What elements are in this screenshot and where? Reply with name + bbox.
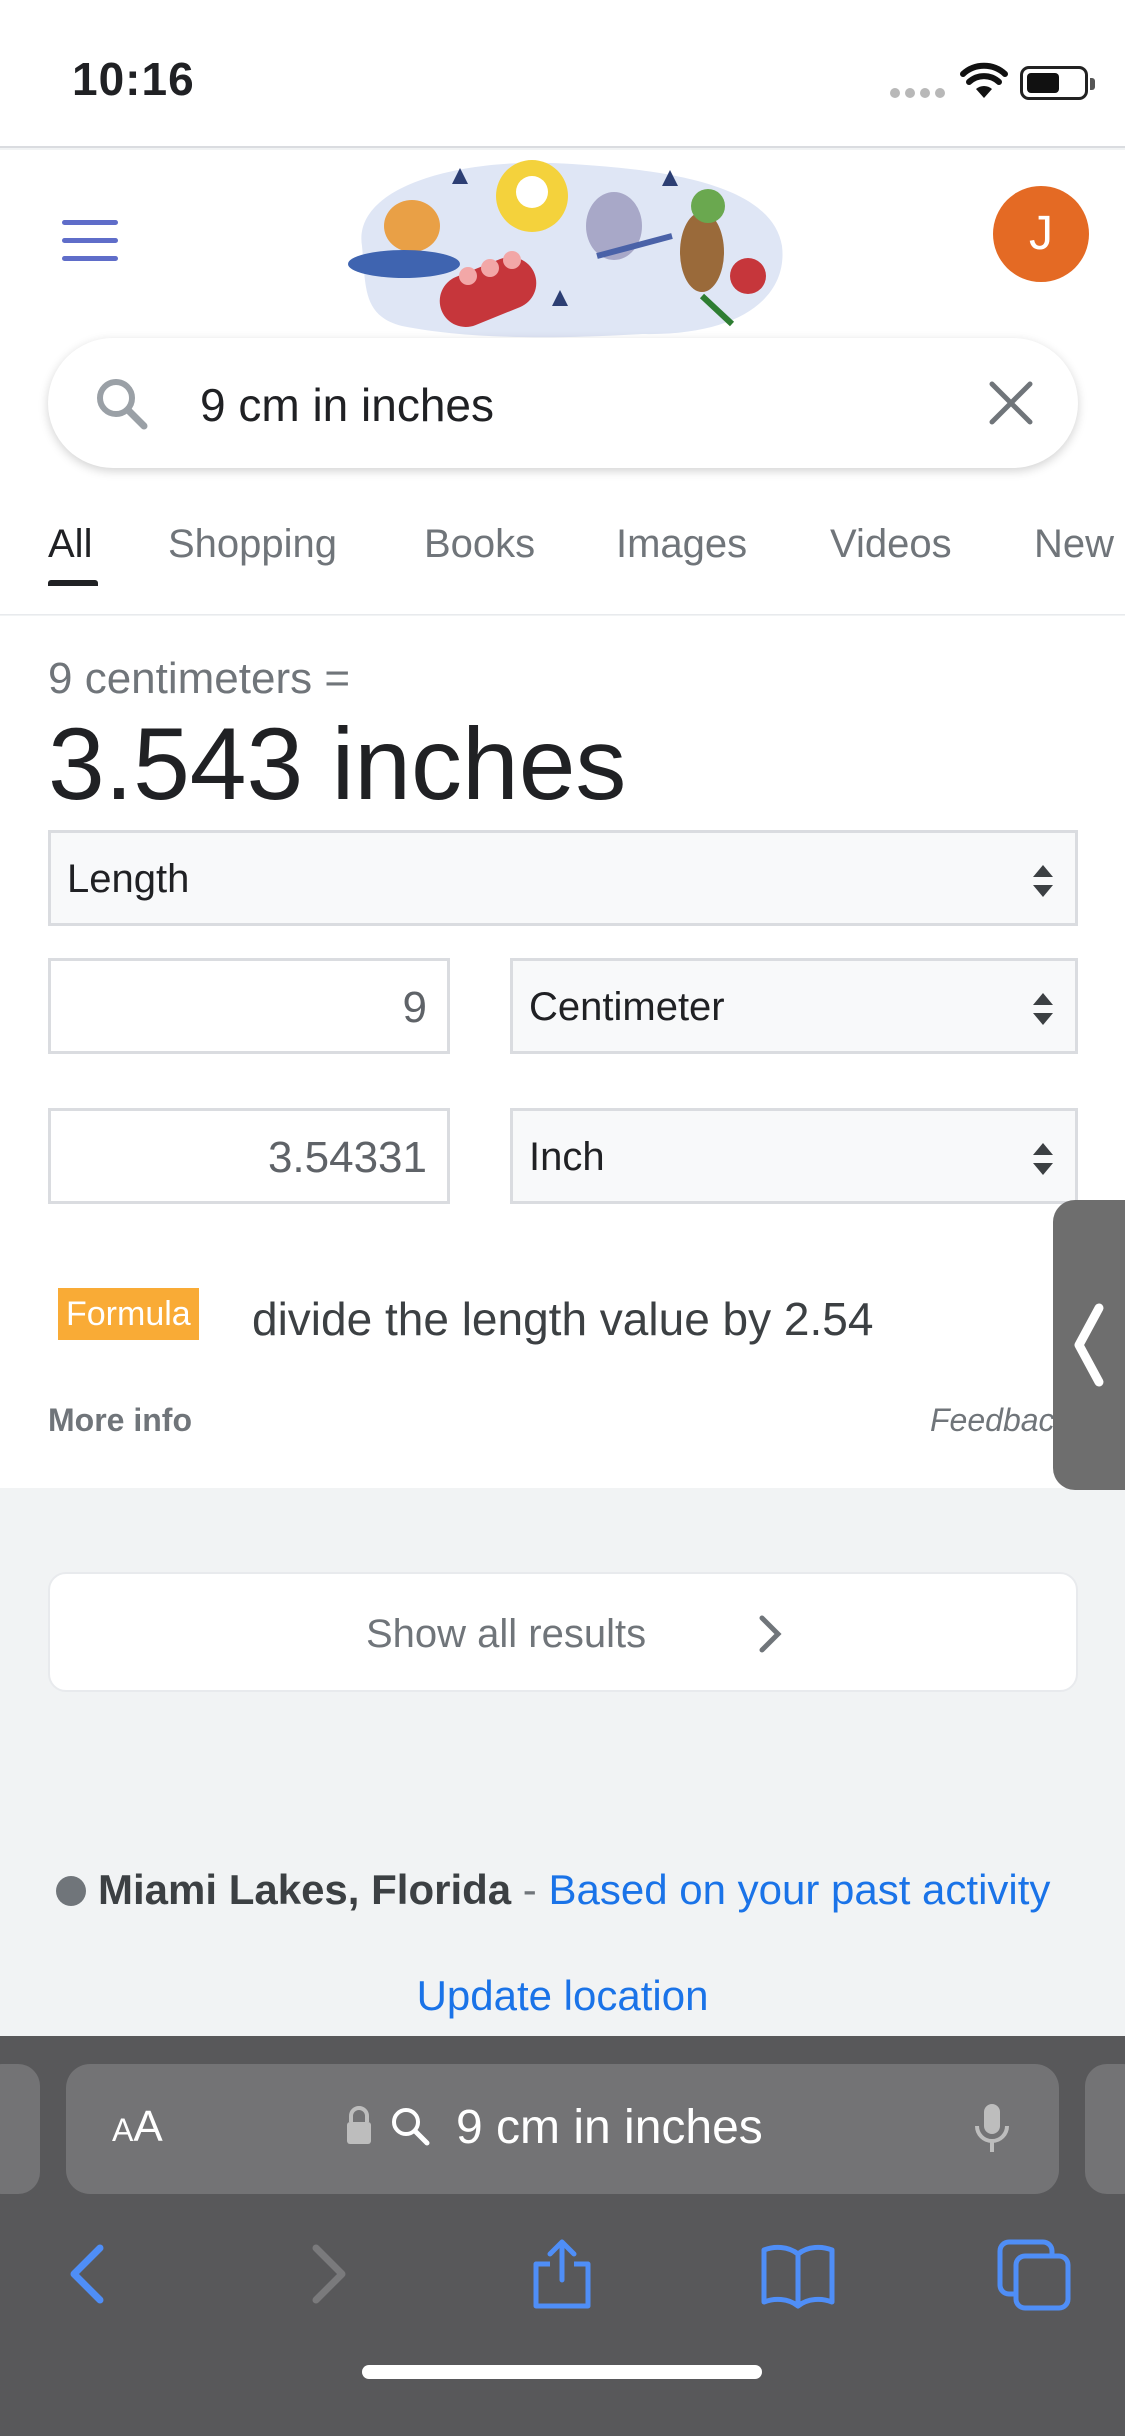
conversion-equation: 9 centimeters = xyxy=(48,654,351,703)
location-footer: Miami Lakes, Florida - Based on your pas… xyxy=(56,1866,1050,1914)
lock-icon xyxy=(347,2106,371,2144)
update-location-link[interactable]: Update location xyxy=(0,1972,1125,2020)
from-unit-select[interactable]: Centimeter xyxy=(510,958,1078,1054)
from-value-input[interactable]: 9 xyxy=(48,958,450,1054)
google-doodle[interactable] xyxy=(342,156,788,341)
to-unit-select[interactable]: Inch xyxy=(510,1108,1078,1204)
wifi-icon xyxy=(960,62,1008,98)
status-bar: 10:16 xyxy=(0,0,1125,148)
formula-badge: Formula xyxy=(58,1288,199,1340)
past-activity-link[interactable]: Based on your past activity xyxy=(548,1866,1050,1913)
status-time: 10:16 xyxy=(72,53,195,105)
previous-tab-pill[interactable] xyxy=(0,2064,40,2194)
feedback-link[interactable]: Feedback xyxy=(930,1402,1071,1439)
to-unit-value: Inch xyxy=(529,1135,605,1179)
side-panel-handle[interactable] xyxy=(1053,1200,1125,1490)
search-input[interactable]: 9 cm in inches xyxy=(200,378,494,432)
cellular-signal-icon xyxy=(890,88,946,100)
back-icon[interactable] xyxy=(48,2234,128,2314)
google-header: J 9 cm in inches All Shopping Books Imag… xyxy=(0,150,1125,615)
bookmarks-icon[interactable] xyxy=(758,2234,838,2314)
chevron-left-icon xyxy=(1074,1303,1104,1387)
chevron-right-icon xyxy=(759,1615,782,1653)
tab-images[interactable]: Images xyxy=(616,522,747,567)
unit-converter-card: 9 centimeters = 3.543 inches Length 9 Ce… xyxy=(0,616,1125,1488)
address-bar[interactable]: AA 9 cm in inches xyxy=(66,2064,1059,2194)
to-value-input[interactable]: 3.54331 xyxy=(48,1108,450,1204)
active-tab-indicator xyxy=(48,580,98,586)
conversion-result: 3.543 inches xyxy=(48,707,627,821)
location-name: Miami Lakes, Florida xyxy=(98,1866,512,1913)
formula-text: divide the length value by 2.54 xyxy=(252,1293,874,1345)
tab-shopping[interactable]: Shopping xyxy=(168,522,337,567)
avatar[interactable]: J xyxy=(993,186,1089,282)
select-arrows-icon xyxy=(1033,865,1053,897)
more-info-link[interactable]: More info xyxy=(48,1402,192,1439)
share-icon[interactable] xyxy=(522,2234,602,2314)
next-tab-pill[interactable] xyxy=(1085,2064,1125,2194)
text-size-button[interactable]: AA xyxy=(112,2102,163,2152)
tab-books[interactable]: Books xyxy=(424,522,535,567)
show-all-results-button[interactable]: Show all results xyxy=(48,1572,1078,1692)
unit-type-value: Length xyxy=(67,857,190,901)
location-dot-icon xyxy=(56,1876,86,1906)
location-separator: - xyxy=(511,1866,549,1913)
select-arrows-icon xyxy=(1033,1143,1053,1175)
home-indicator[interactable] xyxy=(362,2365,762,2379)
search-icon xyxy=(392,2108,430,2146)
from-unit-value: Centimeter xyxy=(529,985,725,1029)
tabs-icon[interactable] xyxy=(994,2234,1074,2314)
search-bar[interactable]: 9 cm in inches xyxy=(48,338,1078,468)
battery-icon xyxy=(1020,66,1095,100)
mic-icon[interactable] xyxy=(972,2100,1012,2156)
unit-type-select[interactable]: Length xyxy=(48,830,1078,926)
tab-news[interactable]: New xyxy=(1034,522,1114,567)
menu-icon[interactable] xyxy=(62,220,118,264)
search-icon xyxy=(97,379,148,430)
url-text: 9 cm in inches xyxy=(456,2101,763,2154)
tab-videos[interactable]: Videos xyxy=(830,522,952,567)
clear-icon[interactable] xyxy=(986,378,1036,428)
forward-icon[interactable] xyxy=(288,2234,368,2314)
show-all-label: Show all results xyxy=(366,1612,647,1656)
tab-all[interactable]: All xyxy=(48,522,92,567)
search-tabs: All Shopping Books Images Videos New xyxy=(0,510,1125,615)
select-arrows-icon xyxy=(1033,993,1053,1025)
